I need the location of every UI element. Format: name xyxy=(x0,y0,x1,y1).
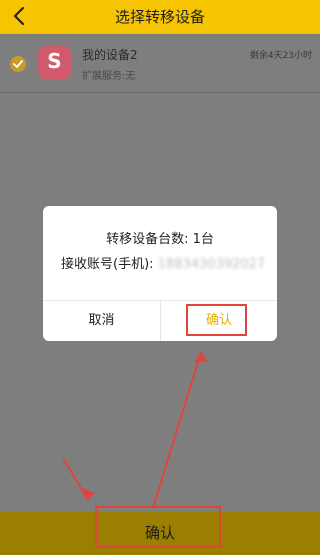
device-row[interactable]: S 我的设备2 扩展服务:无 剩余4天23小时 xyxy=(0,34,320,94)
top-bar: 选择转移设备 xyxy=(0,0,320,34)
receiver-account-label: 接收账号(手机): xyxy=(61,257,154,272)
transfer-count-text: 转移设备台数: 1台 xyxy=(106,232,214,247)
device-name: 我的设备2 xyxy=(82,48,138,62)
check-icon[interactable] xyxy=(10,56,26,72)
dialog-cancel-button[interactable]: 取消 xyxy=(43,300,160,341)
receiver-account-row: 接收账号(手机): 1883430392027 xyxy=(61,253,269,272)
app-icon: S xyxy=(38,46,71,79)
dialog-confirm-highlight xyxy=(186,304,247,336)
bottom-confirm-highlight xyxy=(95,506,221,548)
app-icon-letter: S xyxy=(47,49,62,73)
page-title: 选择转移设备 xyxy=(114,8,205,26)
receiver-account-value: 1883430392027 xyxy=(157,257,266,272)
device-service: 扩展服务:无 xyxy=(82,71,136,82)
row-divider xyxy=(0,92,320,93)
device-remaining-time: 剩余4天23小时 xyxy=(249,51,312,61)
